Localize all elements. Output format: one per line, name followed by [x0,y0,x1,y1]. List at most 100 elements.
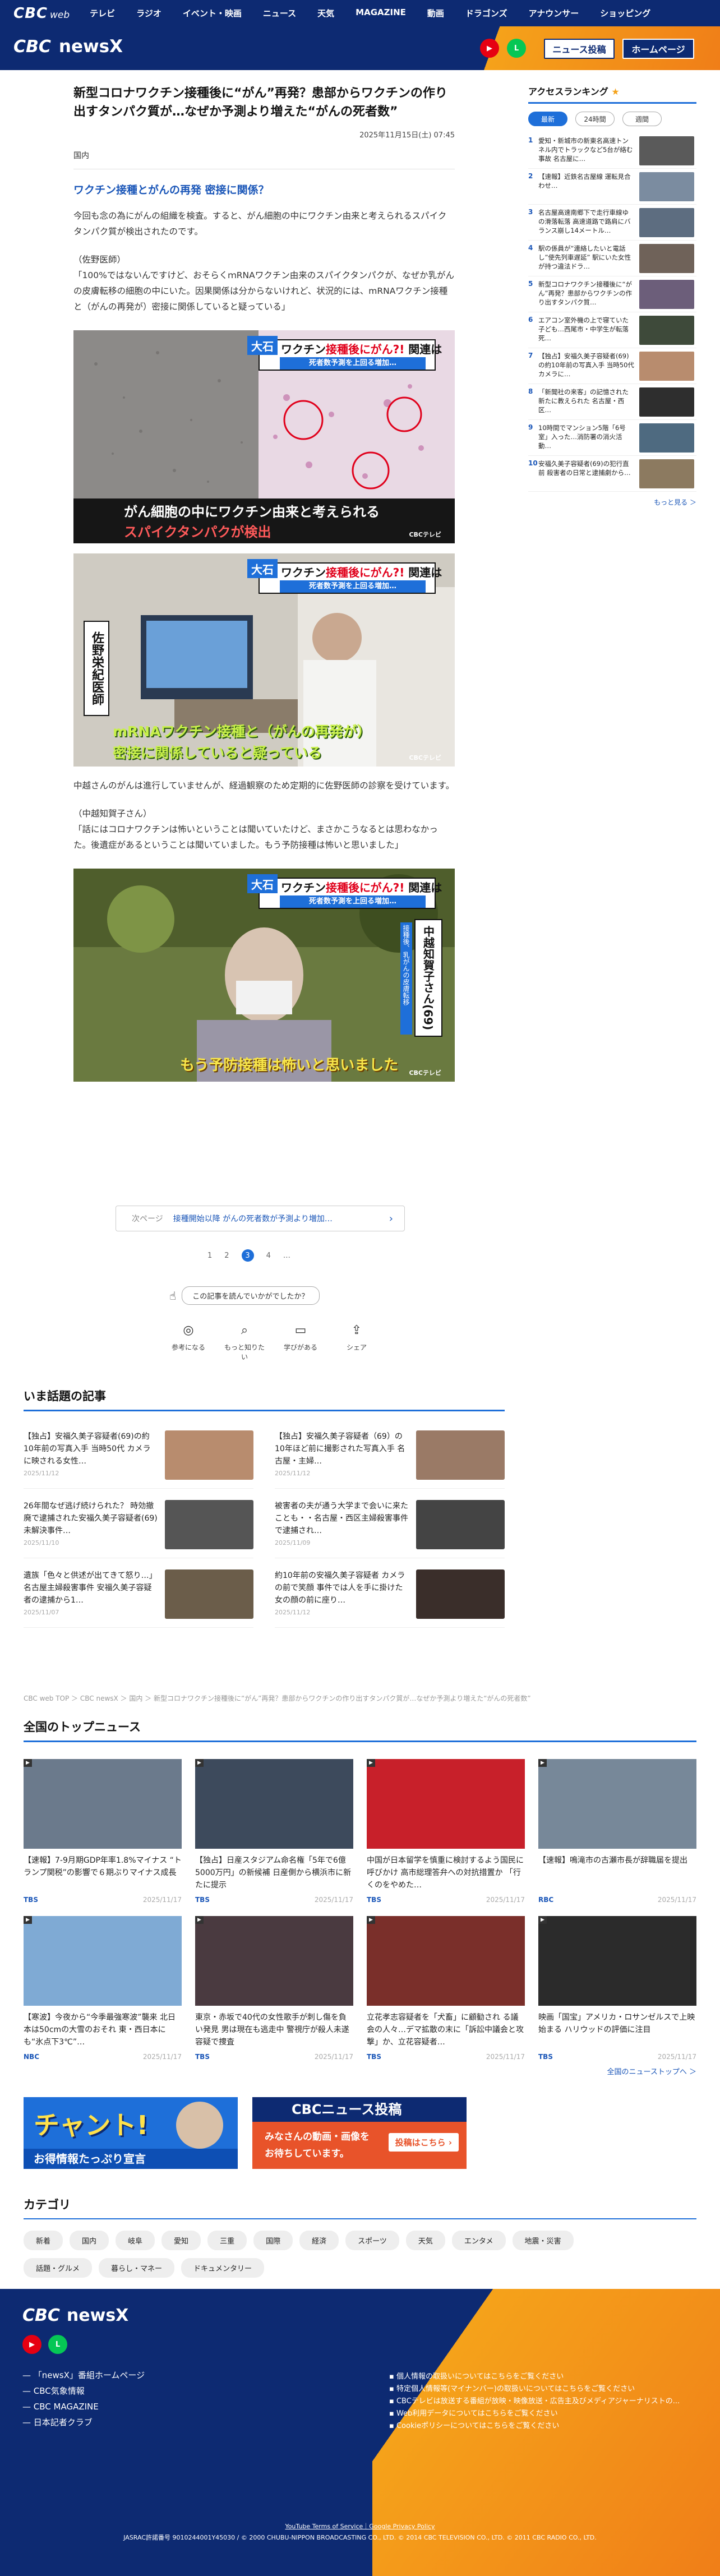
ranking-item[interactable]: 10 安福久美子容疑者(69)の犯行直前 殺害者の日常と逮捕劇から… [528,456,696,492]
nav-dragons[interactable]: ドラゴンズ [465,7,507,19]
tab-24h[interactable]: 24時間 [575,112,615,126]
trending-item[interactable]: 【独占】安福久美子容疑者(69)の約10年前の写真入手 当時50代 カメラに映さ… [24,1430,253,1489]
trending-item[interactable]: 約10年前の安福久美子容疑者 カメラの前で笑顔 事件では人を手に掛けた女の顔の前… [275,1569,505,1628]
nav-event[interactable]: イベント・映画 [183,7,242,19]
line-icon[interactable]: L [48,2335,67,2354]
tab-latest[interactable]: 最新 [528,112,567,126]
category-chip[interactable]: 国内 [70,2231,109,2250]
category-chip[interactable]: 三重 [207,2231,247,2250]
page-link[interactable]: 1 [207,1252,212,1260]
nav-tv[interactable]: テレビ [90,7,115,19]
rank-title: 10時間でマンション5階「6号室」入った…消防署の消火活動… [538,424,626,450]
nav-video[interactable]: 動画 [427,7,444,19]
chant-banner[interactable]: チャント! お得情報たっぷり宣言 [24,2097,238,2169]
nav-radio[interactable]: ラジオ [136,7,161,19]
section-rule [24,1741,696,1742]
category-chip[interactable]: 地震・災害 [512,2231,574,2250]
category-chip[interactable]: 国際 [253,2231,293,2250]
page-link[interactable]: 4 [266,1252,271,1260]
footer-link[interactable]: 「newsX」番組ホームページ [22,2367,145,2383]
category-chip[interactable]: 経済 [299,2231,339,2250]
national-item[interactable]: ▶ 【速報】7-9月期GDP年率1.8%マイナス “トランプ関税”の影響で６期ぶり… [24,1759,182,1904]
youtube-icon[interactable]: ▶ [480,39,499,58]
trending-item[interactable]: 【独占】安福久美子容疑者（69）の10年ほど前に撮影された写真入手 名古屋・主婦… [275,1430,505,1489]
next-page-label: 次ページ [132,1215,163,1224]
nav-magazine[interactable]: MAGAZINE [356,7,406,19]
national-item[interactable]: ▶ 【寒波】今夜から“今季最強寒波”襲来 北日本は50cmの大雪のおそれ 東・西日… [24,1916,182,2061]
national-item[interactable]: ▶ 映画「国宝」アメリカ・ロサンゼルスで上映始まる ハリウッドの評価に注目 TBS 2… [538,1916,696,2061]
ranking-more-link[interactable]: もっと見る ＞ [528,497,696,507]
category-chip[interactable]: エンタメ [451,2231,506,2250]
ranking-item[interactable]: 6 エアコン室外機の上で寝ていた子ども…西尾市・中学生が転落死… [528,312,696,348]
ranking-item[interactable]: 1 愛知・新城市の新東名高速トンネル内でトラックなど5台が絡む事故 名古屋に… [528,133,696,169]
page-current[interactable]: 3 [241,1249,254,1262]
homepage-button[interactable]: ホームページ [622,39,694,59]
news-post-banner[interactable]: CBCニュース投稿 みなさんの動画・画像を お待ちしています。 投稿はこちら › [252,2097,467,2169]
post-banner-title: CBCニュース投稿 [252,2097,467,2122]
ranking-item[interactable]: 3 名古屋高速南郷下で走行車線ゆの滑落転落 高速道路で路肩にバランス崩し14メート… [528,205,696,241]
national-thumbnail: ▶ [195,1916,353,2006]
national-item[interactable]: ▶ 【速報】鳴滝市の古瀬市長が辞職届を提出 RBC 2025/11/17 [538,1759,696,1904]
article-category[interactable]: 国内 [73,150,455,169]
reaction-insight-button[interactable]: ▭ 学びがある [278,1323,323,1361]
national-more-link[interactable]: 全国のニューストップへ ＞ [607,2066,696,2076]
ranking-item[interactable]: 9 10時間でマンション5階「6号室」入った…消防署の消火活動… [528,420,696,456]
youtube-icon[interactable]: ▶ [22,2335,41,2354]
ranking-item[interactable]: 7 【独占】安福久美子容疑者(69)の約10年前の写真入手 当時50代 カメラに… [528,348,696,384]
trending-item[interactable]: 26年間なぜ逃げ続けられた？ 時効撤廃で逮捕された安福久美子容疑者(69) 未解… [24,1500,253,1558]
category-chip[interactable]: 天気 [405,2231,445,2250]
page-link[interactable]: 2 [224,1252,229,1260]
cbc-logo[interactable]: CBC [13,5,48,22]
category-chip[interactable]: 話題・グルメ [24,2258,93,2278]
name-tag: 中越知賀子さん(69) [414,919,442,1037]
footer-link[interactable]: CBC MAGAZINE [22,2399,145,2415]
category-chip[interactable]: スポーツ [345,2231,399,2250]
policy-link[interactable]: 特定個人情報等(マイナンバー)の取扱いについてはこちらをご覧ください [389,2383,680,2395]
trending-item[interactable]: 遺族「色々と供述が出てきて怒り…」名古屋主婦殺害事件 安福久美子容疑者の逮捕から… [24,1569,253,1628]
policy-link[interactable]: Cookieポリシーについてはこちらをご覧ください [389,2420,680,2432]
nav-shopping[interactable]: ショッピング [600,7,650,19]
category-chip[interactable]: 岐阜 [116,2231,155,2250]
national-item[interactable]: ▶ 東京・赤坂で40代の女性歌手が刺し傷を負い発見 男は現在も逃走中 警視庁が殺人… [195,1916,353,2061]
trending-item[interactable]: 被害者の夫が通う大学まで会いに来たことも・・名古屋・西区主婦殺害事件で逮捕され…… [275,1500,505,1558]
national-thumbnail: ▶ [538,1916,696,2006]
ranking-item[interactable]: 5 新型コロナワクチン接種後に“がん”再発？患部からワクチンの作り出すタンパク質… [528,276,696,312]
article-photo-1[interactable]: 大石 ワクチン接種後にがん?! 関連は 死者数予測を上回る増加… がん細胞の中に… [73,330,455,543]
terms-links[interactable]: YouTube Terms of Service｜Google Privacy … [0,2521,720,2532]
nav-weather[interactable]: 天気 [317,7,334,19]
national-item[interactable]: ▶ 【独占】日産スタジアム命名権「5年で6億5000万円」の新候補 日産側から横浜… [195,1759,353,1904]
next-page-link[interactable]: 次ページ 接種開始以降 がんの死者数が予測より増加… › [116,1206,405,1231]
breadcrumb[interactable]: CBC web TOP ＞ CBC newsX ＞ 国内 ＞ 新型コロナワクチン… [24,1693,696,1704]
share-button[interactable]: ⇪ シェア [334,1323,379,1361]
footer-link[interactable]: 日本記者クラブ [22,2415,145,2430]
nav-news[interactable]: ニュース [263,7,296,19]
ranking-item[interactable]: 2 【速報】近鉄名古屋線 運転見合わせ… [528,169,696,205]
national-item[interactable]: ▶ 中国が日本留学を慎重に検討するよう国民に呼びかけ 高市総理答弁への対抗措置か … [367,1759,525,1904]
ranking-item[interactable]: 4 駅の係員が“連絡したいと電話し”使先列車遅延” 駅にいた女性が持つ違法ドラ… [528,241,696,276]
ranking-item[interactable]: 8 「新聞社の来客」の記憶された新たに教えられた 名古屋・西区… [528,384,696,420]
post-banner-button[interactable]: 投稿はこちら › [388,2133,459,2152]
policy-link[interactable]: CBCテレビは放送する番組が放映・映像放送・広告主及びメディアジャーナリストの.… [389,2395,680,2408]
nav-announcer[interactable]: アナウンサー [529,7,579,19]
reaction-learn-more-button[interactable]: ⌕ もっと知りたい [222,1323,267,1361]
national-item[interactable]: ▶ 立花孝志容疑者を「犬畜」に顧勧され る議会の人々…デマ拡散の末に「訴訟中議会と… [367,1916,525,2061]
footer-link[interactable]: CBC気象情報 [22,2383,145,2399]
newsx-logo[interactable]: CBC newsX [13,36,123,57]
article-photo-3[interactable]: 大石 ワクチン接種後にがん?! 関連は 死者数予測を上回る増加… 中越知賀子さん… [73,869,455,1082]
category-chip[interactable]: 暮らし・マネー [99,2258,175,2278]
category-chip[interactable]: ドキュメンタリー [181,2258,265,2278]
tab-weekly[interactable]: 週間 [622,112,662,126]
national-date: 2025/11/17 [486,2053,525,2061]
category-chip[interactable]: 新着 [24,2231,63,2250]
web-logo[interactable]: web [50,10,70,21]
footer-logo[interactable]: CBC newsX [22,2306,128,2325]
policy-link[interactable]: 個人情報の取扱いについてはこちらをご覧ください [389,2371,680,2383]
article-photo-2[interactable]: 大石 ワクチン接種後にがん?! 関連は 死者数予測を上回る増加… 佐野栄紀医師 … [73,553,455,767]
reaction-helpful-button[interactable]: ◎ 参考になる [166,1323,211,1361]
news-post-button[interactable]: ニュース投稿 [544,39,615,59]
national-source: TBS [367,2053,381,2061]
policy-link[interactable]: Web利用データについてはこちらをご覧ください [389,2408,680,2420]
national-source: TBS [195,2053,210,2061]
line-icon[interactable]: L [507,39,526,58]
category-chip[interactable]: 愛知 [161,2231,201,2250]
